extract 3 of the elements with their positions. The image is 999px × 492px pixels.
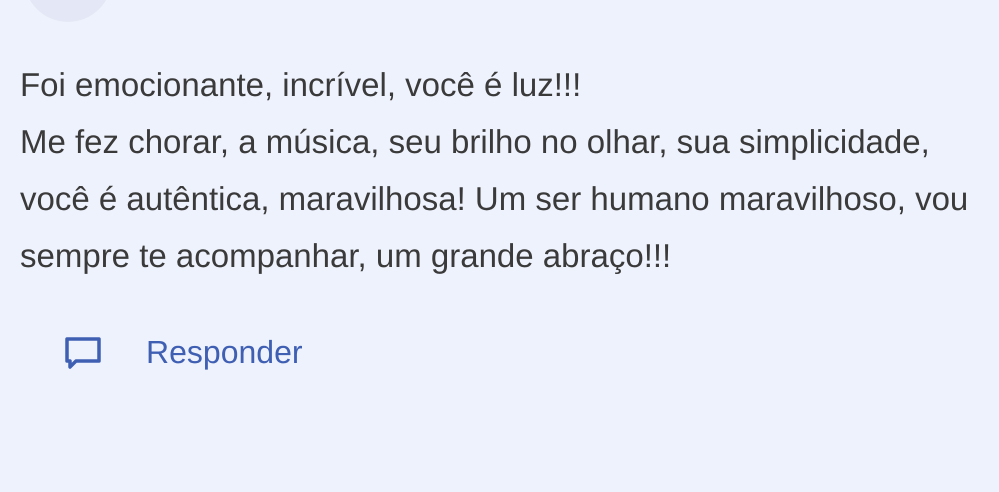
- reply-button[interactable]: Responder: [64, 334, 303, 371]
- speech-bubble-icon: [64, 336, 102, 370]
- comment-text: Foi emocionante, incrível, você é luz!!! Me fez chorar, a música, seu brilho no olhar, sua simplicidade, você é autêntica, maravilhosa! Um ser humano maravilhoso, vou sempre te acompanhar, um grande abraço!!!: [20, 65, 970, 276]
